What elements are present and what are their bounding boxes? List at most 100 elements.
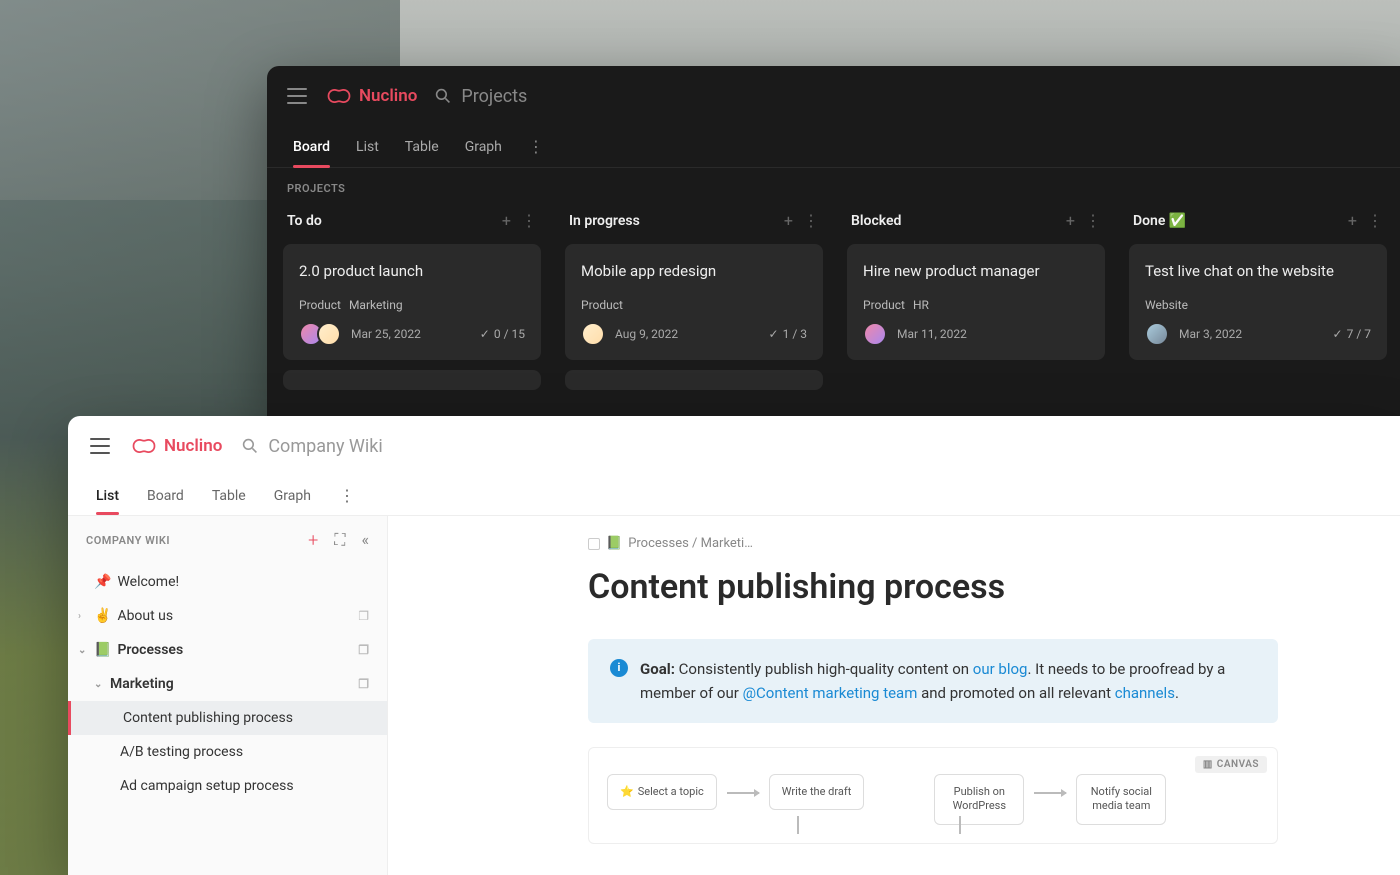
mention-team[interactable]: @Content marketing team — [743, 684, 918, 702]
brand-name: Nuclino — [359, 86, 417, 106]
card[interactable]: Hire new product manager Product HR Mar … — [847, 244, 1105, 360]
view-tabs: Board List Table Graph ⋮ — [267, 126, 1400, 168]
column-in-progress: In progress + ⋮ Mobile app redesign Prod… — [565, 203, 823, 390]
app-logo[interactable]: Nuclino — [130, 436, 222, 456]
search-icon — [435, 88, 451, 104]
card[interactable]: Test live chat on the website Website Ma… — [1129, 244, 1387, 360]
checklist-icon: ✓ — [480, 327, 490, 341]
card-title: Mobile app redesign — [581, 262, 807, 280]
add-card-icon[interactable]: + — [1066, 211, 1075, 230]
more-icon[interactable]: ⋮ — [339, 486, 355, 505]
card-tags: Product — [581, 298, 807, 312]
expand-icon[interactable]: ⛶ — [334, 530, 345, 551]
link-blog[interactable]: our blog — [973, 660, 1028, 678]
card[interactable]: Mobile app redesign Product Aug 9, 2022 … — [565, 244, 823, 360]
sidebar-item-processes[interactable]: ⌄📗 Processes ❐ — [68, 633, 387, 667]
arrow-right-icon — [1034, 792, 1066, 794]
checkbox-icon[interactable] — [588, 538, 600, 550]
flow-node[interactable]: Notify social media team — [1076, 774, 1166, 825]
brand-name: Nuclino — [164, 436, 222, 456]
info-icon: i — [610, 659, 628, 677]
link-channels[interactable]: channels — [1115, 684, 1175, 702]
due-date: Aug 9, 2022 — [615, 327, 678, 341]
page-tree: 📌 Welcome! ›✌️ About us ❐ ⌄📗 Processes ❐… — [68, 561, 387, 807]
tab-graph[interactable]: Graph — [274, 478, 311, 514]
flow-node[interactable]: Write the draft — [769, 774, 865, 810]
flow-node[interactable]: ⭐Select a topic — [607, 774, 717, 810]
tab-list[interactable]: List — [356, 127, 379, 167]
chevron-down-icon[interactable]: ⌄ — [78, 645, 90, 656]
sidebar-title: COMPANY WIKI — [86, 534, 170, 547]
hamburger-icon[interactable] — [287, 88, 307, 104]
add-card-icon[interactable]: + — [784, 211, 793, 230]
breadcrumb-text: Processes / Marketi… — [628, 536, 753, 551]
task-count: ✓0 / 15 — [480, 327, 525, 341]
card-stub[interactable] — [283, 370, 541, 390]
search-input[interactable]: Company Wiki — [242, 436, 382, 457]
chevron-right-icon[interactable]: › — [78, 611, 90, 622]
task-count: ✓7 / 7 — [1333, 327, 1371, 341]
collapse-sidebar-icon[interactable]: « — [361, 530, 369, 551]
add-page-icon[interactable]: + — [308, 530, 318, 551]
sidebar-item-ab-testing[interactable]: A/B testing process — [68, 735, 387, 769]
search-icon — [242, 438, 258, 454]
column-menu-icon[interactable]: ⋮ — [1085, 211, 1101, 230]
breadcrumb[interactable]: 📗 Processes / Marketi… — [588, 536, 1400, 551]
canvas-block[interactable]: ▥ CANVAS ⭐Select a topic Write the draft… — [588, 747, 1278, 844]
card-stub[interactable] — [565, 370, 823, 390]
chevron-down-icon[interactable]: ⌄ — [94, 679, 106, 690]
sidebar: COMPANY WIKI + ⛶ « 📌 Welcome! ›✌️ About … — [68, 516, 388, 875]
checklist-icon: ✓ — [769, 327, 779, 341]
column-menu-icon[interactable]: ⋮ — [1367, 211, 1383, 230]
flow-node[interactable]: Publish on WordPress — [934, 774, 1024, 825]
page-stack-icon: ❐ — [358, 609, 369, 623]
more-icon[interactable]: ⋮ — [528, 137, 544, 156]
book-icon: 📗 — [606, 536, 622, 551]
goal-callout: i Goal: Consistently publish high-qualit… — [588, 639, 1278, 723]
avatar — [863, 322, 887, 346]
tab-list[interactable]: List — [96, 478, 119, 514]
tab-table[interactable]: Table — [212, 478, 246, 514]
tab-board[interactable]: Board — [147, 478, 184, 514]
sidebar-item-ad-campaign[interactable]: Ad campaign setup process — [68, 769, 387, 803]
tab-table[interactable]: Table — [405, 127, 439, 167]
card-tags: Product HR — [863, 298, 1089, 312]
card-title: Test live chat on the website — [1145, 262, 1371, 280]
sidebar-item-welcome[interactable]: 📌 Welcome! — [68, 565, 387, 599]
task-count: ✓1 / 3 — [769, 327, 807, 341]
star-icon: ⭐ — [620, 785, 634, 799]
card[interactable]: 2.0 product launch Product Marketing Mar… — [283, 244, 541, 360]
view-tabs: List Board Table Graph ⋮ — [68, 476, 1400, 516]
sidebar-item-marketing[interactable]: ⌄ Marketing ❐ — [68, 667, 387, 701]
tag: Product — [863, 298, 905, 312]
column-title: In progress — [569, 213, 640, 229]
tab-graph[interactable]: Graph — [465, 127, 502, 167]
tab-board[interactable]: Board — [293, 127, 330, 167]
sidebar-item-about[interactable]: ›✌️ About us ❐ — [68, 599, 387, 633]
hamburger-icon[interactable] — [90, 438, 110, 454]
add-card-icon[interactable]: + — [502, 211, 511, 230]
card-tags: Product Marketing — [299, 298, 525, 312]
app-logo[interactable]: Nuclino — [325, 86, 417, 106]
canvas-badge: ▥ CANVAS — [1195, 756, 1267, 773]
search-placeholder: Company Wiki — [268, 436, 382, 457]
column-menu-icon[interactable]: ⋮ — [521, 211, 537, 230]
add-card-icon[interactable]: + — [1348, 211, 1357, 230]
sidebar-item-content-publishing[interactable]: Content publishing process — [68, 701, 387, 735]
flowchart: ⭐Select a topic Write the draft Publish … — [607, 774, 1259, 825]
column-blocked: Blocked + ⋮ Hire new product manager Pro… — [847, 203, 1105, 390]
canvas-icon: ▥ — [1203, 759, 1213, 770]
tag: Website — [1145, 298, 1188, 312]
checklist-icon: ✓ — [1333, 327, 1343, 341]
tag: Marketing — [349, 298, 403, 312]
tag: Product — [581, 298, 623, 312]
column-done: Done ✅ + ⋮ Test live chat on the website… — [1129, 203, 1387, 390]
search-input[interactable]: Projects — [435, 86, 527, 107]
column-menu-icon[interactable]: ⋮ — [803, 211, 819, 230]
page-stack-icon: ❐ — [358, 643, 369, 657]
book-icon: 📗 — [94, 642, 111, 658]
due-date: Mar 11, 2022 — [897, 327, 967, 341]
brain-icon — [130, 436, 158, 456]
avatar — [317, 322, 341, 346]
brain-icon — [325, 86, 353, 106]
